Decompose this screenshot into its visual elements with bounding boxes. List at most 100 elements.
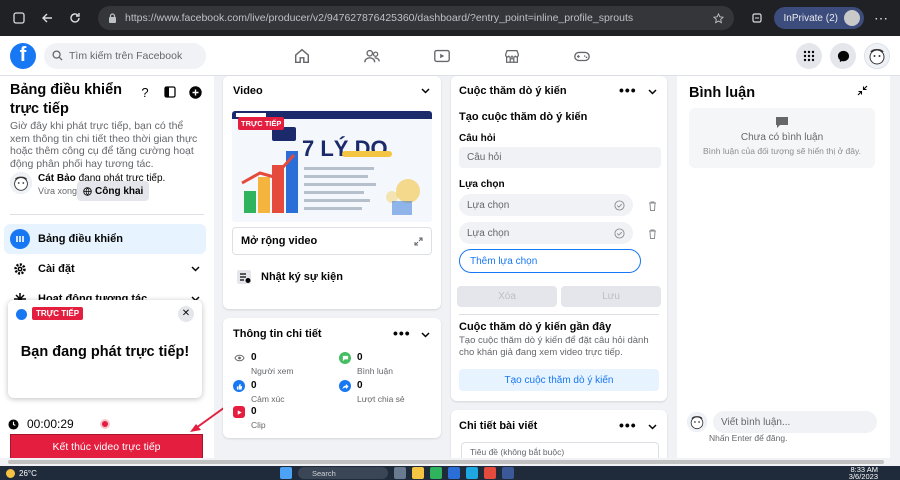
chevron-down-icon: [190, 264, 200, 274]
visibility-button[interactable]: Công khai: [77, 181, 150, 201]
create-poll-button[interactable]: Tạo cuộc thăm dò ý kiến: [459, 369, 659, 391]
taskbar: 26°C Search 8:33 AM 3/6/2023: [0, 466, 900, 480]
app-icon[interactable]: [502, 467, 514, 479]
watch-icon[interactable]: [430, 44, 454, 68]
dashboard-description: Giờ đây khi phát trực tiếp, bạn có thể x…: [10, 120, 198, 170]
collections-icon[interactable]: [746, 7, 768, 29]
comment-bubble-icon: [774, 114, 790, 130]
streamer-name[interactable]: Cát Bảo: [38, 173, 76, 184]
comments-panel: Bình luận Chưa có bình luận Bình luận củ…: [677, 76, 890, 464]
options-label: Lựa chọn: [459, 179, 505, 190]
stat-label: Bình luận: [357, 366, 393, 376]
search-input[interactable]: [69, 49, 199, 62]
delete-button[interactable]: Xóa: [457, 286, 557, 307]
trash-icon[interactable]: [647, 228, 657, 239]
task-view-icon[interactable]: [394, 467, 406, 479]
save-button[interactable]: Lưu: [561, 286, 661, 307]
chevron-down-icon[interactable]: [647, 87, 657, 97]
stat-label: Cảm xúc: [251, 394, 285, 404]
more-menu-icon[interactable]: ⋯: [870, 7, 892, 29]
address-bar[interactable]: https://www.facebook.com/live/producer/v…: [98, 6, 734, 30]
word-icon[interactable]: [448, 467, 460, 479]
live-message: Bạn đang phát trực tiếp!: [20, 344, 190, 360]
date: 3/6/2023: [848, 472, 878, 480]
collapse-icon[interactable]: [857, 85, 868, 96]
video-preview[interactable]: TRỰC TIẾP 7 LÝ DO: [232, 111, 432, 222]
gaming-icon[interactable]: [570, 44, 594, 68]
comment-input[interactable]: [713, 411, 877, 433]
avatar[interactable]: [864, 43, 890, 69]
event-log-label: Nhật ký sự kiện: [261, 271, 343, 283]
sun-icon: [6, 468, 15, 478]
back-icon[interactable]: [36, 7, 58, 29]
avatar[interactable]: [10, 172, 32, 194]
browser-toolbar: https://www.facebook.com/live/producer/v…: [0, 0, 900, 36]
taskbar-search[interactable]: Search: [298, 467, 388, 479]
trash-icon[interactable]: [647, 200, 657, 211]
friends-icon[interactable]: [360, 44, 384, 68]
temperature: 26°C: [19, 468, 37, 478]
file-explorer-icon[interactable]: [412, 467, 424, 479]
recent-polls-description: Tạo cuộc thăm dò ý kiến để đặt câu hỏi d…: [459, 335, 649, 358]
recent-polls-title: Cuộc thăm dò ý kiến gần đây: [459, 321, 612, 333]
chevron-down-icon[interactable]: [420, 330, 430, 340]
event-log-button[interactable]: Nhật ký sự kiện: [235, 268, 343, 286]
chevron-down-icon[interactable]: [647, 422, 657, 432]
nav-label: Bảng điều khiển: [38, 233, 123, 245]
facebook-logo[interactable]: f: [10, 42, 36, 69]
lock-icon: [108, 13, 117, 23]
right-nav: [796, 43, 890, 69]
nav-dashboard[interactable]: Bảng điều khiển: [4, 224, 206, 254]
search-icon: [52, 50, 63, 61]
messenger-icon[interactable]: [830, 43, 856, 69]
help-icon[interactable]: ?: [138, 85, 152, 100]
chrome-icon[interactable]: [484, 467, 496, 479]
more-options-icon[interactable]: •••: [393, 326, 411, 340]
card-title: Thông tin chi tiết: [233, 328, 322, 340]
poll-card: Cuộc thăm dò ý kiến ••• Tạo cuộc thăm dò…: [451, 76, 667, 401]
stat-label: Lượt chia sẻ: [357, 394, 405, 404]
more-options-icon[interactable]: •••: [619, 418, 637, 432]
edge-icon[interactable]: [466, 467, 478, 479]
search-box[interactable]: [44, 42, 206, 69]
live-timer: 00:00:29: [8, 417, 108, 431]
star-icon[interactable]: [712, 12, 724, 24]
chevron-down-icon[interactable]: [420, 86, 430, 96]
gear-icon: [10, 259, 30, 279]
live-badge: TRỰC TIẾP: [238, 117, 285, 130]
url-text: https://www.facebook.com/live/producer/v…: [125, 12, 634, 24]
empty-comments: Chưa có bình luận Bình luận của đối tượn…: [689, 108, 875, 168]
add-option-button[interactable]: Thêm lựa chọn: [459, 249, 641, 273]
more-options-icon[interactable]: •••: [619, 83, 637, 97]
profile-avatar: [844, 10, 860, 26]
close-icon[interactable]: ✕: [178, 306, 194, 322]
inprivate-label: InPrivate (2): [783, 12, 838, 24]
excel-icon[interactable]: [430, 467, 442, 479]
option-field[interactable]: Lựa chọn: [459, 222, 633, 244]
end-live-button[interactable]: Kết thúc video trực tiếp: [10, 434, 203, 460]
horizontal-scrollbar[interactable]: [0, 458, 900, 466]
option-field[interactable]: Lựa chọn: [459, 194, 633, 216]
dashboard-icon: [10, 229, 30, 249]
scrollbar-thumb[interactable]: [8, 460, 884, 464]
expand-video-label: Mở rộng video: [241, 235, 318, 247]
start-icon[interactable]: [280, 467, 292, 479]
live-notification: TRỰC TIẾP ✕ Bạn đang phát trực tiếp!: [8, 300, 202, 398]
menu-grid-icon[interactable]: [796, 43, 822, 69]
question-input[interactable]: [459, 147, 661, 168]
nav-settings[interactable]: Cài đặt: [4, 254, 206, 284]
expand-video-button[interactable]: Mở rộng video: [232, 227, 432, 255]
facebook-logo-icon: [16, 309, 27, 320]
facebook-top-nav: f: [0, 36, 900, 76]
weather-widget[interactable]: 26°C: [6, 468, 37, 478]
event-log-icon: [235, 268, 253, 286]
refresh-icon[interactable]: [64, 7, 86, 29]
marketplace-icon[interactable]: [500, 44, 524, 68]
add-icon[interactable]: [188, 85, 202, 99]
browser-menu-icon[interactable]: [8, 7, 30, 29]
post-title-placeholder: Tiêu đề (không bắt buộc): [470, 447, 565, 457]
panel-layout-icon[interactable]: [163, 85, 177, 99]
home-icon[interactable]: [290, 44, 314, 68]
inprivate-profile[interactable]: InPrivate (2): [773, 7, 864, 29]
option-placeholder: Lựa chọn: [467, 227, 510, 239]
